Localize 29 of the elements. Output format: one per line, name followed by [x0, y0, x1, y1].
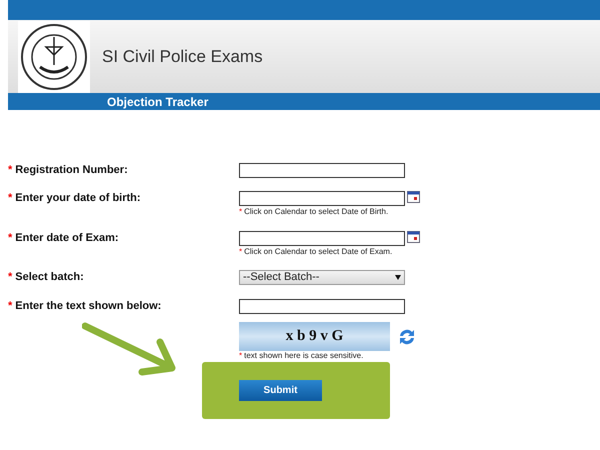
required-mark: * [8, 163, 12, 178]
hint-text: Click on Calendar to select Date of Birth. [244, 207, 388, 217]
hint-text: Click on Calendar to select Date of Exam. [244, 247, 392, 257]
field-label: Enter the text shown below: [15, 299, 162, 314]
required-mark: * [239, 247, 242, 257]
required-mark: * [8, 270, 12, 285]
required-mark: * [8, 299, 12, 314]
required-mark: * [239, 351, 242, 361]
field-label: Registration Number: [15, 163, 128, 178]
calendar-icon[interactable] [407, 231, 420, 243]
site-title: SI Civil Police Exams [102, 46, 263, 68]
text-field[interactable] [239, 163, 405, 178]
submit-button[interactable]: Submit [239, 380, 322, 401]
required-mark: * [8, 231, 12, 246]
date-field[interactable] [239, 231, 405, 246]
batch-dropdown[interactable]: --Select Batch-- [239, 270, 405, 285]
page-title: Objection Tracker [107, 94, 208, 110]
required-mark: * [8, 191, 12, 206]
emblem-icon [18, 20, 90, 92]
hint-text: text shown here is case sensitive. [244, 351, 364, 361]
caret-icon [395, 275, 401, 280]
text-field[interactable] [239, 299, 405, 314]
field-label: Enter date of Exam: [15, 231, 119, 246]
date-field[interactable] [239, 191, 405, 206]
required-mark: * [239, 207, 242, 217]
calendar-icon[interactable] [407, 191, 420, 203]
captcha-image: x b 9 v G [239, 322, 390, 351]
field-label: Enter your date of birth: [15, 191, 141, 206]
field-label: Select batch: [15, 270, 84, 285]
